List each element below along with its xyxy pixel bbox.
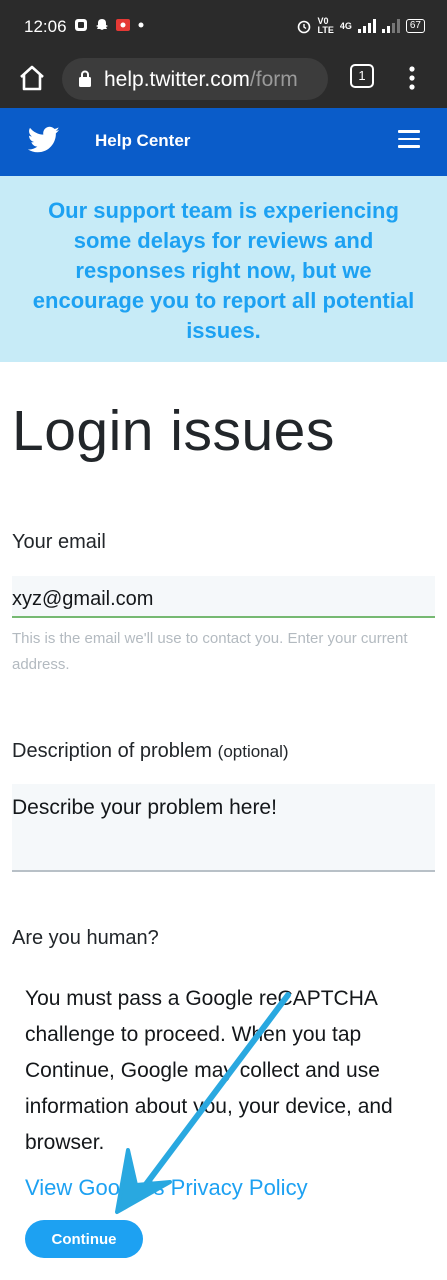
network-type: 4G [339,21,352,31]
twitter-bird-icon[interactable] [28,126,60,154]
volte-icon: V0 LTE [317,16,334,35]
signal-icon-2 [381,19,400,33]
description-label: Description of problem (optional) [12,740,289,763]
alarm-icon [297,20,310,34]
description-label-text: Description of problem [12,740,213,762]
human-check-label: Are you human? [12,927,159,949]
email-helper-text: This is the email we'll use to contact y… [12,630,408,673]
more-options-icon[interactable] [402,62,422,94]
tab-switcher-button[interactable]: 1 [350,64,374,88]
banner-text: Our support team is experiencing some de… [32,198,415,343]
browser-toolbar: help.twitter.com/form 1 [0,50,447,108]
support-delay-banner: Our support team is experiencing some de… [0,176,447,362]
site-header: Help Center [0,108,447,176]
url-path: /form [249,68,298,91]
status-right: V0 LTE 4G 67 [296,17,425,35]
lock-icon [79,70,91,87]
address-bar[interactable]: help.twitter.com/form [62,58,328,100]
description-field[interactable]: Describe your problem here! [12,784,435,872]
snapchat-icon [96,19,108,30]
hamburger-menu-icon[interactable] [398,130,420,150]
recorder-icon [116,19,130,31]
notification-icons [74,18,151,32]
url-host: help.twitter.com [104,68,250,91]
status-bar: 12:06 V0 LTE 4G 67 [0,0,447,50]
google-privacy-policy-link[interactable]: View Google's Privacy Policy [25,1175,308,1201]
home-icon[interactable] [16,62,48,94]
email-field[interactable] [12,576,435,618]
optional-tag: (optional) [217,742,289,761]
continue-button[interactable]: Continue [25,1220,143,1258]
page-title: Login issues [12,399,335,463]
dot-icon [138,22,144,28]
battery-indicator: 67 [405,19,425,33]
help-center-title[interactable]: Help Center [95,131,190,151]
url-text: help.twitter.com/form [104,68,298,92]
recaptcha-notice: You must pass a Google reCAPTCHA challen… [25,987,393,1154]
app-notification-icon [75,19,87,31]
email-label: Your email [12,531,106,553]
signal-icon [357,19,376,33]
status-time: 12:06 [24,17,67,36]
